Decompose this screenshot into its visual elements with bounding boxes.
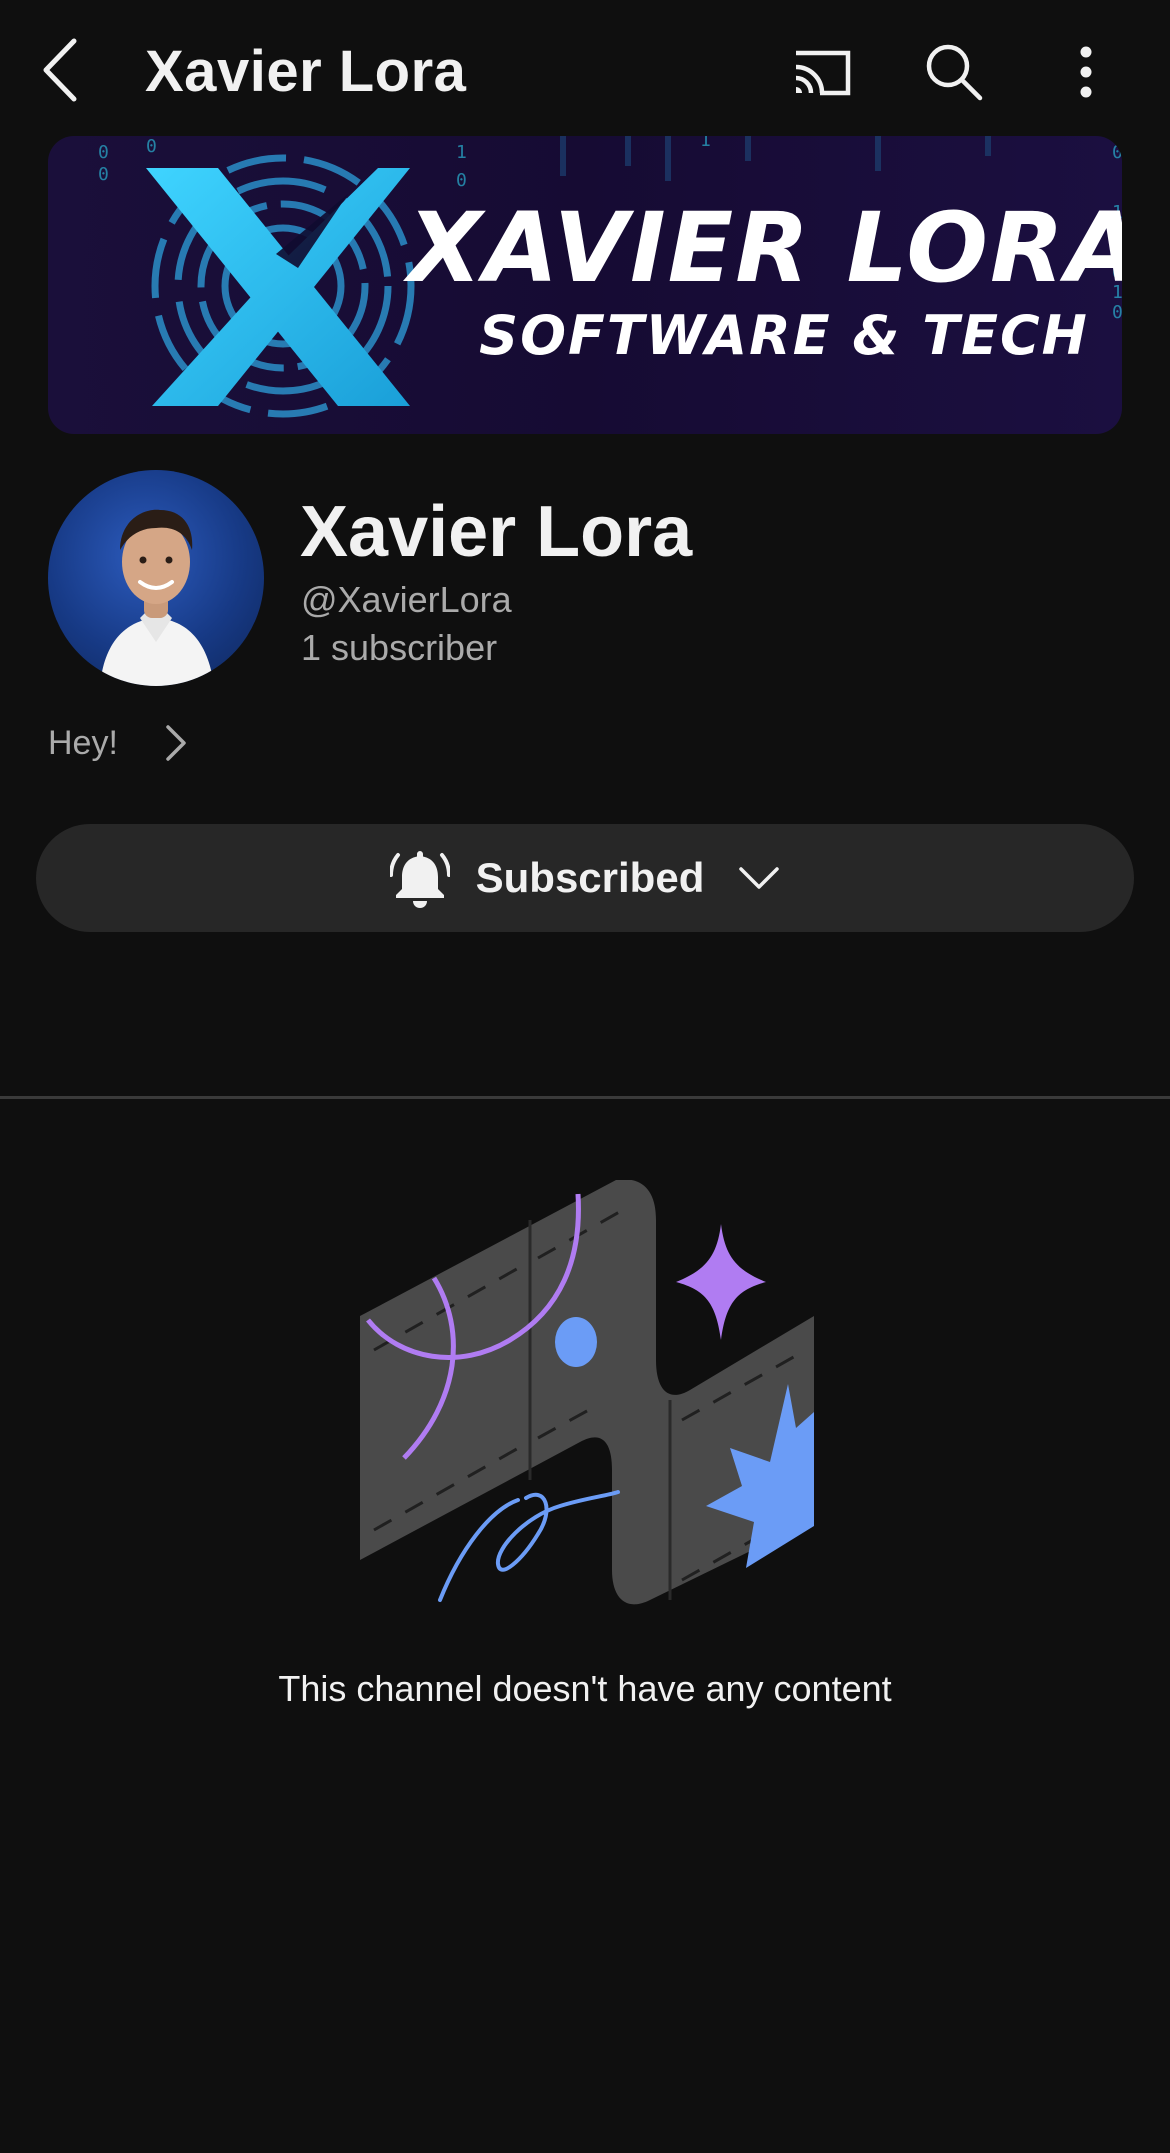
cast-button[interactable] <box>786 36 858 108</box>
more-options-button[interactable] <box>1050 36 1122 108</box>
top-app-bar: Xavier Lora <box>0 0 1170 140</box>
search-button[interactable] <box>918 36 990 108</box>
banner-subtitle: SOFTWARE & TECH <box>479 304 1089 367</box>
avatar-photo <box>100 509 214 686</box>
page-title: Xavier Lora <box>145 39 467 104</box>
subscribed-label: Subscribed <box>475 854 705 901</box>
cast-icon <box>795 50 851 96</box>
avatar[interactable] <box>48 470 264 686</box>
banner-art: 00 0 10 1 0 11 00 10 XAVIER LORA SOFTWAR… <box>98 136 1122 418</box>
channel-name: Xavier Lora <box>300 492 693 572</box>
chevron-down-icon <box>738 865 780 891</box>
channel-banner: 00 0 10 1 0 11 00 10 XAVIER LORA SOFTWAR… <box>48 136 1122 434</box>
svg-text:0: 0 <box>456 170 467 191</box>
back-icon <box>43 38 77 102</box>
channel-description[interactable]: Hey! <box>48 718 188 768</box>
bell-icon <box>389 847 450 909</box>
subscribed-button[interactable]: Subscribed <box>36 824 1134 932</box>
svg-text:0: 0 <box>98 164 109 185</box>
more-vert-icon <box>1080 46 1092 98</box>
subscriber-count: 1 subscriber <box>301 627 498 668</box>
svg-text:1: 1 <box>700 136 711 151</box>
banner-title: XAVIER LORA <box>403 192 1122 304</box>
svg-text:0: 0 <box>146 136 157 157</box>
section-divider <box>0 1096 1170 1099</box>
empty-state-illustration <box>350 1179 820 1620</box>
chevron-right-icon <box>164 724 188 762</box>
channel-handle: @XavierLora <box>301 579 512 620</box>
svg-text:0: 0 <box>98 142 109 163</box>
empty-state-message: This channel doesn't have any content <box>278 1668 892 1709</box>
svg-text:1: 1 <box>456 142 467 163</box>
description-text: Hey! <box>48 723 118 762</box>
svg-text:0: 0 <box>1112 142 1122 163</box>
search-icon <box>926 44 983 101</box>
svg-text:0: 0 <box>1112 302 1122 323</box>
back-button[interactable] <box>40 30 110 110</box>
